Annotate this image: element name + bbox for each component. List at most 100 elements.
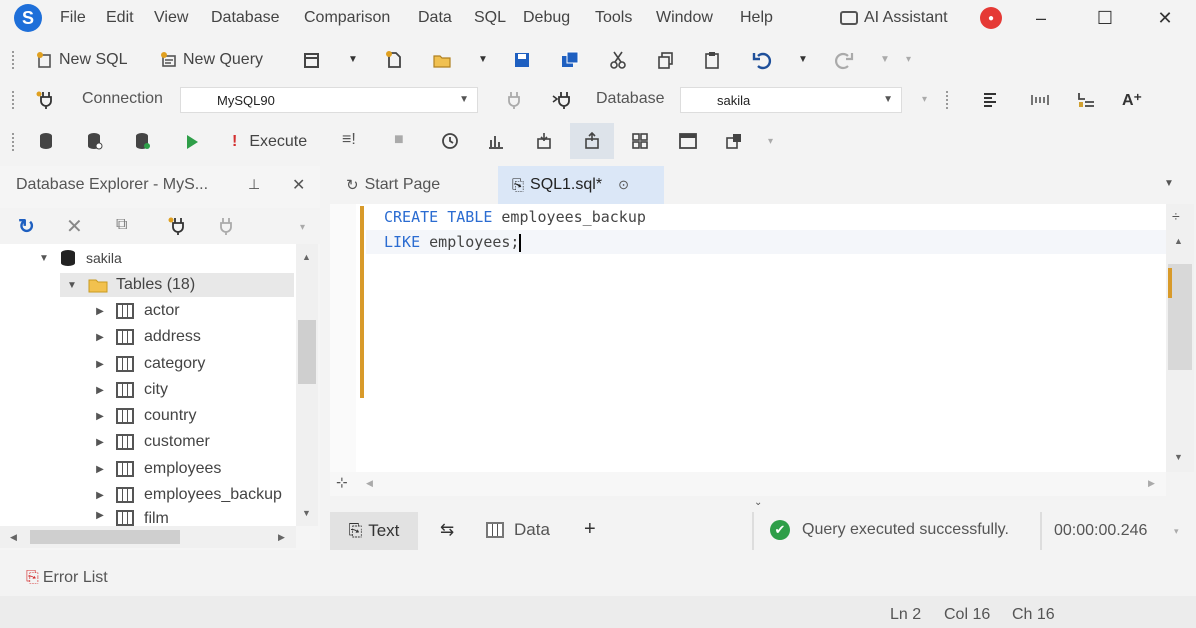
error-list-tab[interactable]: ⎘ Error List (26, 569, 108, 587)
tools-icon[interactable] (724, 131, 744, 151)
new-file-icon[interactable] (384, 50, 404, 70)
connect-icon[interactable] (552, 90, 572, 110)
new-document-icon[interactable] (302, 50, 322, 70)
menu-window[interactable]: Window (656, 9, 713, 27)
redo-icon[interactable] (834, 50, 854, 70)
duplicate-icon[interactable]: ⧉ (116, 216, 127, 234)
run-icon[interactable] (182, 132, 202, 152)
user-avatar[interactable]: ● (980, 7, 1002, 29)
chevron-down-icon[interactable]: ▼ (66, 280, 78, 291)
connection-select[interactable]: MySQL90 ▼ (180, 87, 478, 113)
scroll-right-icon[interactable]: ▶ (278, 532, 285, 543)
split-horizontal-icon[interactable]: ⊹ (336, 474, 348, 491)
code-line-1[interactable]: CREATE TABLE employees_backup (384, 208, 646, 226)
table-row[interactable]: ▶ employees_backup (94, 483, 282, 507)
scroll-left-icon[interactable]: ◀ (10, 532, 17, 543)
chevron-right-icon[interactable]: ▶ (94, 464, 106, 475)
scroll-right-icon[interactable]: ▶ (1148, 478, 1155, 489)
menu-sql[interactable]: SQL (474, 9, 506, 27)
execute-button[interactable]: ! Execute (232, 129, 307, 155)
chevron-right-icon[interactable]: ▶ (94, 332, 106, 343)
cut-icon[interactable] (608, 50, 628, 70)
disconnect-icon[interactable] (216, 216, 236, 236)
swap-icon[interactable]: ⇆ (440, 520, 454, 540)
dropdown-arrow-icon[interactable]: ▾ (1174, 526, 1179, 537)
paste-icon[interactable] (702, 50, 722, 70)
window-icon[interactable] (678, 131, 698, 151)
history-icon[interactable] (440, 131, 460, 151)
tree-node-tables[interactable]: ▼ Tables (18) (60, 273, 294, 297)
scroll-up-icon[interactable]: ▲ (302, 252, 311, 262)
menu-edit[interactable]: Edit (106, 9, 134, 27)
tree-node-sakila[interactable]: ▼ sakila (38, 246, 122, 270)
import-icon[interactable] (534, 131, 554, 151)
chevron-down-icon[interactable]: ▼ (38, 253, 50, 264)
menu-help[interactable]: Help (740, 9, 773, 27)
chevron-right-icon[interactable]: ▶ (94, 411, 106, 422)
code-block-icon[interactable] (1030, 90, 1050, 110)
table-row[interactable]: ▶ employees (94, 457, 221, 481)
table-row[interactable]: ▶ category (94, 352, 205, 376)
tree-vertical-scrollbar[interactable] (296, 244, 318, 526)
open-folder-icon[interactable] (432, 50, 452, 70)
dropdown-arrow-icon[interactable]: ▾ (922, 94, 927, 105)
toolbar-grip[interactable] (12, 133, 18, 151)
chevron-right-icon[interactable]: ▶ (94, 437, 106, 448)
editor-horizontal-scrollbar[interactable] (330, 472, 1166, 496)
export-icon[interactable] (582, 131, 602, 151)
chevron-right-icon[interactable]: ▶ (94, 385, 106, 396)
chevron-right-icon[interactable]: ▶ (94, 490, 106, 501)
table-row[interactable]: ▶ country (94, 404, 196, 428)
chevron-right-icon[interactable]: ▶ (94, 359, 106, 370)
tab-data[interactable]: Data (486, 520, 550, 540)
splitter-chevron-icon[interactable]: ⌄ (754, 497, 762, 508)
new-query-button[interactable]: New Query (160, 47, 263, 73)
format-icon[interactable] (980, 90, 1000, 110)
save-icon[interactable] (512, 50, 532, 70)
table-row[interactable]: ▶ film (94, 510, 169, 526)
undo-icon[interactable] (752, 50, 772, 70)
tree-hscroll-thumb[interactable] (30, 530, 180, 544)
chevron-right-icon[interactable]: ▶ (94, 306, 106, 317)
split-view-icon[interactable]: ÷ (1172, 208, 1180, 224)
scroll-left-icon[interactable]: ◀ (366, 478, 373, 489)
menu-comparison[interactable]: Comparison (304, 9, 390, 27)
scroll-down-icon[interactable]: ▼ (1174, 452, 1183, 462)
table-row[interactable]: ▶ city (94, 378, 168, 402)
chevron-right-icon[interactable]: ▶ (94, 510, 106, 521)
toolbar-grip[interactable] (12, 51, 18, 69)
refresh-icon[interactable]: ↻ (18, 214, 35, 239)
plug-icon[interactable] (36, 90, 56, 110)
scroll-up-icon[interactable]: ▲ (1174, 236, 1183, 246)
tab-text[interactable]: ⎘ Text (330, 512, 418, 550)
minimize-button[interactable]: – (1026, 6, 1056, 30)
copy-icon[interactable] (656, 50, 676, 70)
tree-scroll-thumb[interactable] (298, 320, 316, 384)
save-all-icon[interactable] (560, 50, 580, 70)
new-connection-icon[interactable] (168, 216, 188, 236)
delete-icon[interactable]: ✕ (66, 214, 83, 239)
table-row[interactable]: ▶ actor (94, 299, 180, 323)
tab-sql1[interactable]: ⎘ SQL1.sql* ⊙ (498, 166, 664, 204)
pin-icon[interactable]: ⊥ (248, 176, 260, 193)
menu-data[interactable]: Data (418, 9, 452, 27)
database-select[interactable]: sakila ▼ (680, 87, 902, 113)
toolbar-grip[interactable] (12, 91, 18, 109)
dropdown-arrow-icon[interactable]: ▾ (768, 136, 773, 147)
font-size-increase-icon[interactable]: A⁺ (1122, 90, 1142, 110)
dropdown-arrow-icon[interactable]: ▼ (348, 54, 358, 65)
menu-database[interactable]: Database (211, 9, 280, 27)
indent-icon[interactable] (1076, 90, 1096, 110)
toolbar-grip[interactable] (946, 91, 952, 109)
tab-list-dropdown-icon[interactable]: ▼ (1164, 178, 1174, 189)
maximize-button[interactable]: ☐ (1090, 6, 1120, 30)
db-icon[interactable] (36, 131, 56, 151)
db-refresh-icon[interactable] (84, 131, 104, 151)
close-panel-icon[interactable]: ✕ (292, 175, 305, 195)
close-button[interactable]: ✕ (1150, 6, 1180, 30)
menu-tools[interactable]: Tools (595, 9, 632, 27)
table-row[interactable]: ▶ customer (94, 430, 210, 454)
menu-view[interactable]: View (154, 9, 188, 27)
ai-assistant-button[interactable]: AI Assistant (840, 6, 948, 30)
close-tab-icon[interactable]: ⊙ (618, 177, 629, 193)
